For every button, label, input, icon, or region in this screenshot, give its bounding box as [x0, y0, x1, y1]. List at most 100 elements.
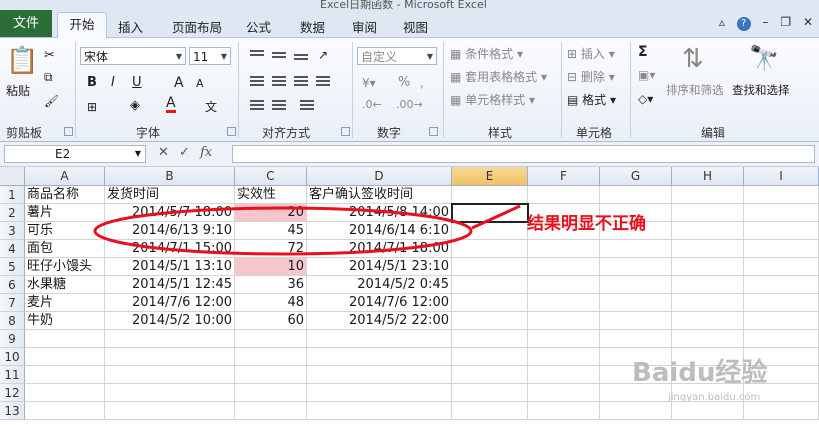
grid-cell[interactable] [105, 330, 235, 348]
cell-d5[interactable]: 2014/5/1 23:10 [307, 258, 452, 276]
grid-cell[interactable] [452, 240, 528, 258]
grid-cell[interactable] [452, 402, 528, 420]
grid-cell[interactable] [600, 276, 672, 294]
alignment-launcher-icon[interactable] [341, 127, 350, 136]
grid-cell[interactable] [235, 348, 307, 366]
cell-b4[interactable]: 2014/7/1 15:00 [105, 240, 235, 258]
fill-icon[interactable]: ▣▾ [638, 68, 655, 82]
grid-cell[interactable] [307, 330, 452, 348]
merge-center-icon[interactable] [300, 100, 314, 112]
tab-insert[interactable]: 插入 [118, 17, 143, 36]
grid-cell[interactable] [528, 258, 600, 276]
grid-cell[interactable] [600, 312, 672, 330]
font-name-combo[interactable]: 宋体 ▼ [80, 47, 186, 65]
phonetic-icon[interactable]: 文 [205, 98, 217, 115]
grid-cell[interactable] [25, 330, 105, 348]
grid-cell[interactable] [744, 204, 819, 222]
ribbon-minimize-icon[interactable]: ▵ [719, 15, 725, 29]
cell-d7[interactable]: 2014/7/6 12:00 [307, 294, 452, 312]
grid-cell[interactable] [528, 402, 600, 420]
grid-cell[interactable] [672, 312, 744, 330]
grid-cell[interactable] [672, 402, 744, 420]
grid-cell[interactable] [452, 312, 528, 330]
grid-cell[interactable] [452, 276, 528, 294]
font-size-combo[interactable]: 11 ▼ [189, 47, 231, 65]
tab-view[interactable]: 视图 [403, 17, 428, 36]
grid-cell[interactable] [744, 276, 819, 294]
tab-review[interactable]: 审阅 [352, 17, 377, 36]
align-left-icon[interactable] [250, 76, 264, 88]
grid-cell[interactable] [600, 330, 672, 348]
grid-cell[interactable] [528, 348, 600, 366]
cell-a8[interactable]: 牛奶 [25, 312, 105, 330]
grow-font-button[interactable]: A [174, 75, 184, 91]
align-bottom-icon[interactable] [294, 54, 308, 66]
format-as-table-button[interactable]: ▦ 套用表格格式 ▾ [450, 68, 547, 85]
minimize-icon[interactable]: – [763, 15, 769, 29]
format-cells-button[interactable]: ▤ 格式 ▾ [567, 91, 616, 108]
align-top-icon[interactable] [250, 50, 264, 62]
grid-cell[interactable] [105, 348, 235, 366]
grid-cell[interactable] [600, 402, 672, 420]
grid-cell[interactable] [105, 384, 235, 402]
cell-c2[interactable]: 20 [235, 204, 307, 222]
cell-a5[interactable]: 旺仔小馒头 [25, 258, 105, 276]
autosum-button[interactable]: Σ [638, 44, 648, 60]
row-header[interactable]: 6 [0, 276, 25, 294]
sort-filter-button[interactable]: 排序和筛选 [666, 82, 724, 98]
grid-cell[interactable] [25, 402, 105, 420]
cell-d2[interactable]: 2014/5/8 14:00 [307, 204, 452, 222]
grid-cell[interactable] [105, 366, 235, 384]
cell-b1[interactable]: 发货时间 [105, 186, 235, 204]
cell-c6[interactable]: 36 [235, 276, 307, 294]
row-header[interactable]: 9 [0, 330, 25, 348]
grid-cell[interactable] [307, 402, 452, 420]
grid-cell[interactable] [452, 258, 528, 276]
grid-cell[interactable] [744, 294, 819, 312]
grid-cell[interactable] [528, 240, 600, 258]
column-header-c[interactable]: C [235, 167, 307, 186]
clear-icon[interactable]: ◇▾ [638, 92, 653, 106]
bold-button[interactable]: B [87, 75, 97, 90]
help-icon[interactable]: ? [736, 17, 751, 31]
grid-cell[interactable] [105, 402, 235, 420]
cell-a3[interactable]: 可乐 [25, 222, 105, 240]
grid-cell[interactable] [528, 294, 600, 312]
row-header[interactable]: 13 [0, 402, 25, 420]
grid-cell[interactable] [452, 384, 528, 402]
cell-b5[interactable]: 2014/5/1 13:10 [105, 258, 235, 276]
align-middle-icon[interactable] [272, 52, 286, 64]
clipboard-launcher-icon[interactable] [64, 127, 73, 136]
decrease-decimal-icon[interactable]: .00→ [396, 98, 423, 111]
cell-c1[interactable]: 实效性 [235, 186, 307, 204]
grid-cell[interactable] [744, 330, 819, 348]
grid-cell[interactable] [672, 204, 744, 222]
insert-function-button[interactable]: fx [200, 145, 212, 160]
cell-c4[interactable]: 72 [235, 240, 307, 258]
italic-button[interactable]: I [111, 75, 115, 90]
cut-icon[interactable]: ✂ [44, 48, 55, 63]
grid-cell[interactable] [235, 366, 307, 384]
grid-cell[interactable] [744, 312, 819, 330]
tab-data[interactable]: 数据 [300, 17, 325, 36]
cell-a6[interactable]: 水果糖 [25, 276, 105, 294]
cell-a2[interactable]: 薯片 [25, 204, 105, 222]
cell-c5[interactable]: 10 [235, 258, 307, 276]
grid-cell[interactable] [672, 222, 744, 240]
tab-home[interactable]: 开始 [57, 12, 107, 39]
grid-cell[interactable] [452, 222, 528, 240]
underline-button[interactable]: U [132, 75, 142, 90]
sort-filter-icon[interactable]: ⇅ [682, 44, 704, 74]
cell-d6[interactable]: 2014/5/2 0:45 [307, 276, 452, 294]
grid-cell[interactable] [452, 294, 528, 312]
grid-cell[interactable] [672, 294, 744, 312]
cell-b7[interactable]: 2014/7/6 12:00 [105, 294, 235, 312]
select-all-corner[interactable] [0, 167, 25, 186]
comma-icon[interactable]: , [420, 76, 424, 90]
row-header[interactable]: 3 [0, 222, 25, 240]
increase-indent-icon[interactable] [272, 100, 286, 112]
wrap-text-icon[interactable] [316, 76, 330, 88]
row-header[interactable]: 7 [0, 294, 25, 312]
grid-cell[interactable] [235, 384, 307, 402]
increase-decimal-icon[interactable]: .0← [362, 98, 382, 111]
